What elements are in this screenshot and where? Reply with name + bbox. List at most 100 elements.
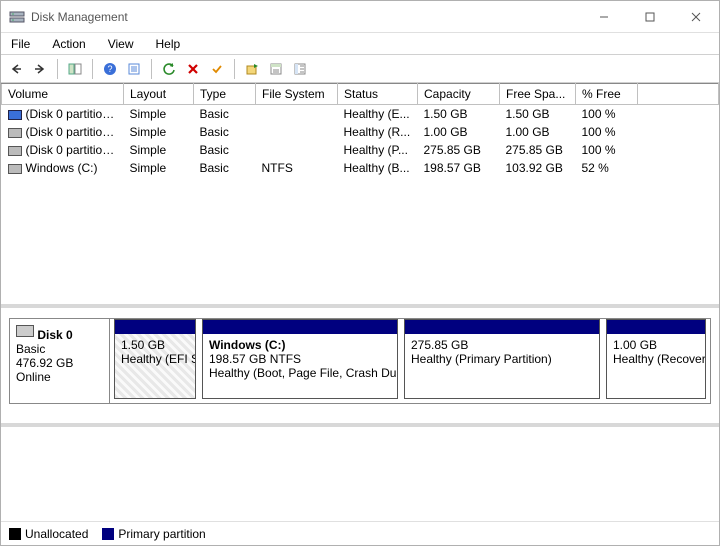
cell-free: 275.85 GB — [500, 141, 576, 159]
disk-row[interactable]: Disk 0 Basic 476.92 GB Online 1.50 GBHea… — [9, 318, 711, 404]
partition-stripe — [203, 320, 397, 334]
partition-stripe — [405, 320, 599, 334]
menu-help[interactable]: Help — [152, 35, 185, 53]
col-type[interactable]: Type — [194, 84, 256, 105]
cell-volume-text: Windows (C:) — [26, 161, 98, 175]
toolbar-separator — [151, 59, 152, 79]
partition-block[interactable]: 1.50 GBHealthy (EFI System — [114, 319, 196, 399]
toolbar-separator — [234, 59, 235, 79]
cell-volume-text: (Disk 0 partition 4) — [26, 125, 123, 139]
partition-line2: Healthy (Recovery — [613, 352, 705, 366]
cell-layout: Simple — [124, 123, 194, 141]
action3-button[interactable] — [289, 58, 311, 80]
partition-block[interactable]: 1.00 GBHealthy (Recovery — [606, 319, 706, 399]
cell-capacity: 1.00 GB — [418, 123, 500, 141]
partition-line2: Healthy (Primary Partition) — [411, 352, 552, 366]
disk-partitions: 1.50 GBHealthy (EFI SystemWindows (C:)19… — [110, 319, 710, 403]
table-row[interactable]: (Disk 0 partition 1)SimpleBasicHealthy (… — [2, 105, 719, 124]
disk-icon — [16, 325, 34, 337]
col-volume[interactable]: Volume — [2, 84, 124, 105]
refresh-button[interactable] — [158, 58, 180, 80]
partition-line1: 275.85 GB — [411, 338, 468, 352]
properties-button[interactable] — [206, 58, 228, 80]
volume-list-pane: Volume Layout Type File System Status Ca… — [1, 83, 719, 308]
col-capacity[interactable]: Capacity — [418, 84, 500, 105]
legend-primary-label: Primary partition — [118, 527, 205, 541]
disk-type: Basic — [16, 342, 103, 356]
menu-action[interactable]: Action — [48, 35, 89, 53]
app-icon — [9, 9, 25, 25]
cell-capacity: 275.85 GB — [418, 141, 500, 159]
legend-unallocated-label: Unallocated — [25, 527, 88, 541]
partition-body: 1.00 GBHealthy (Recovery — [607, 334, 705, 398]
col-free[interactable]: Free Spa... — [500, 84, 576, 105]
cell-free: 1.00 GB — [500, 123, 576, 141]
cell-type: Basic — [194, 123, 256, 141]
svg-text:?: ? — [107, 64, 112, 74]
cell-free: 103.92 GB — [500, 159, 576, 177]
cell-type: Basic — [194, 105, 256, 124]
partition-block[interactable]: 275.85 GBHealthy (Primary Partition) — [404, 319, 600, 399]
cell-volume: (Disk 0 partition 4) — [2, 123, 124, 141]
legend-bar: Unallocated Primary partition — [1, 521, 719, 545]
settings-button[interactable] — [123, 58, 145, 80]
forward-button[interactable] — [29, 58, 51, 80]
menu-file[interactable]: File — [7, 35, 34, 53]
col-empty[interactable] — [638, 84, 719, 105]
partition-line2: Healthy (Boot, Page File, Crash Dur — [209, 366, 397, 380]
disk-state: Online — [16, 370, 103, 384]
partition-line1: 1.50 GB — [121, 338, 165, 352]
partition-line2: Healthy (EFI System — [121, 352, 195, 366]
volume-icon — [8, 128, 22, 138]
legend-unallocated: Unallocated — [9, 527, 88, 541]
cell-pfree: 100 % — [576, 123, 638, 141]
partition-block[interactable]: Windows (C:)198.57 GB NTFSHealthy (Boot,… — [202, 319, 398, 399]
legend-primary: Primary partition — [102, 527, 205, 541]
close-button[interactable] — [673, 1, 719, 33]
disk-info: Disk 0 Basic 476.92 GB Online — [10, 319, 110, 403]
table-row[interactable]: Windows (C:)SimpleBasicNTFSHealthy (B...… — [2, 159, 719, 177]
cell-capacity: 1.50 GB — [418, 105, 500, 124]
cell-fs — [256, 105, 338, 124]
cell-pfree: 100 % — [576, 141, 638, 159]
volume-icon — [8, 164, 22, 174]
partition-title: Windows (C:) — [209, 338, 391, 352]
disk-management-window: Disk Management File Action View Help ? — [0, 0, 720, 546]
cell-fs — [256, 123, 338, 141]
toolbar-separator — [92, 59, 93, 79]
cell-layout: Simple — [124, 105, 194, 124]
help-button[interactable]: ? — [99, 58, 121, 80]
action2-button[interactable] — [265, 58, 287, 80]
volume-icon — [8, 110, 22, 120]
cell-layout: Simple — [124, 159, 194, 177]
menu-view[interactable]: View — [104, 35, 138, 53]
volumes-table: Volume Layout Type File System Status Ca… — [1, 83, 719, 177]
cell-status: Healthy (P... — [338, 141, 418, 159]
maximize-button[interactable] — [627, 1, 673, 33]
table-row[interactable]: (Disk 0 partition 5)SimpleBasicHealthy (… — [2, 141, 719, 159]
col-layout[interactable]: Layout — [124, 84, 194, 105]
window-title: Disk Management — [31, 10, 128, 24]
col-pfree[interactable]: % Free — [576, 84, 638, 105]
empty-lower-pane — [1, 427, 719, 522]
cell-status: Healthy (R... — [338, 123, 418, 141]
cell-volume-text: (Disk 0 partition 1) — [26, 107, 123, 121]
delete-button[interactable] — [182, 58, 204, 80]
cell-fs — [256, 141, 338, 159]
col-fs[interactable]: File System — [256, 84, 338, 105]
show-hide-tree-button[interactable] — [64, 58, 86, 80]
col-status[interactable]: Status — [338, 84, 418, 105]
minimize-button[interactable] — [581, 1, 627, 33]
content-area: Volume Layout Type File System Status Ca… — [1, 83, 719, 545]
toolbar-separator — [57, 59, 58, 79]
partition-line1: 198.57 GB NTFS — [209, 352, 301, 366]
toolbar: ? — [1, 55, 719, 83]
cell-free: 1.50 GB — [500, 105, 576, 124]
table-row[interactable]: (Disk 0 partition 4)SimpleBasic Healthy (… — [2, 123, 719, 141]
back-button[interactable] — [5, 58, 27, 80]
partition-stripe — [607, 320, 705, 334]
partition-body: 1.50 GBHealthy (EFI System — [115, 334, 195, 398]
table-header-row: Volume Layout Type File System Status Ca… — [2, 84, 719, 105]
action1-button[interactable] — [241, 58, 263, 80]
window-controls — [581, 1, 719, 33]
